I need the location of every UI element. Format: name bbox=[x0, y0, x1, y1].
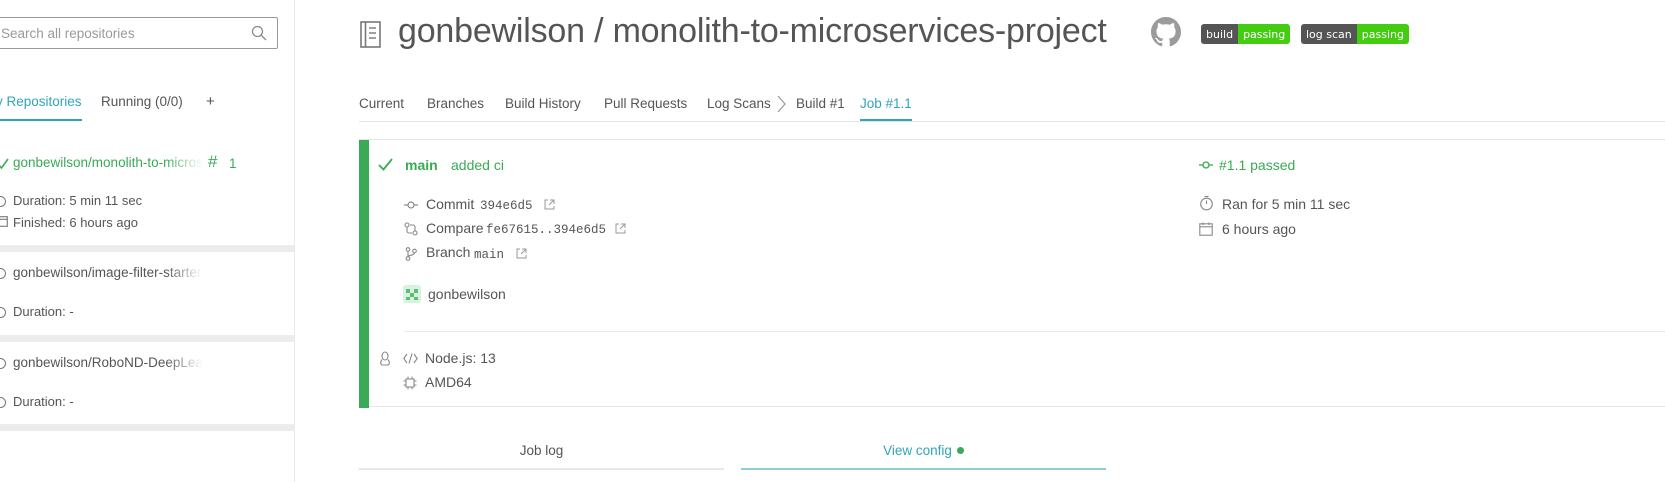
job-log-tab[interactable]: Job log bbox=[359, 443, 724, 458]
external-link-icon[interactable] bbox=[516, 248, 527, 259]
build-status-badge[interactable]: build passing bbox=[1201, 24, 1291, 44]
job-status: #1.1 passed bbox=[1219, 157, 1296, 173]
separator bbox=[0, 335, 294, 342]
compare-icon bbox=[404, 222, 418, 236]
repo-card[interactable]: gonbewilson/RoboND-DeepLearning-Project … bbox=[0, 348, 294, 425]
tab-current[interactable]: Current bbox=[359, 96, 404, 111]
tab-running[interactable]: Running (0/0) bbox=[101, 94, 183, 109]
clock-icon bbox=[0, 397, 6, 408]
check-icon bbox=[378, 158, 393, 171]
hash-icon: # bbox=[208, 152, 218, 171]
ran-for: Ran for 5 min 11 sec bbox=[1222, 196, 1351, 212]
status-dot bbox=[956, 447, 964, 454]
sidebar: y Repositories Running (0/0) + gonbewils… bbox=[0, 0, 295, 482]
commit-icon bbox=[404, 201, 418, 209]
status-ring-icon bbox=[0, 268, 6, 279]
repo-name[interactable]: gonbewilson/image-filter-starter-code bbox=[13, 265, 203, 280]
compare-label: Compare bbox=[426, 220, 484, 236]
search-box[interactable] bbox=[0, 17, 278, 49]
repo-card[interactable]: gonbewilson/monolith-to-microservices-pr… bbox=[0, 150, 294, 242]
author-name: gonbewilson bbox=[428, 286, 506, 302]
clock-icon bbox=[0, 307, 6, 318]
repo-duration: Duration: 5 min 11 sec bbox=[13, 193, 143, 208]
separator bbox=[0, 245, 294, 252]
calendar-icon bbox=[0, 216, 8, 227]
page-title: gonbewilson / monolith-to-microservices-… bbox=[398, 12, 1107, 50]
tabs-divider bbox=[359, 121, 1665, 122]
tab-log-scans[interactable]: Log Scans bbox=[707, 96, 771, 111]
job-branch[interactable]: main bbox=[405, 157, 438, 173]
badge-label: build bbox=[1201, 24, 1239, 44]
branch-name[interactable]: main bbox=[474, 248, 504, 262]
log-scan-status-badge[interactable]: log scan passing bbox=[1301, 24, 1409, 44]
external-link-icon[interactable] bbox=[615, 223, 626, 234]
clock-icon bbox=[0, 196, 6, 207]
view-config-tab[interactable]: View config bbox=[741, 443, 1106, 458]
repo-card[interactable]: gonbewilson/image-filter-starter-code Du… bbox=[0, 258, 294, 335]
separator bbox=[0, 424, 294, 431]
repo-duration: Duration: - bbox=[13, 304, 74, 319]
avatar bbox=[403, 285, 421, 303]
tab-build[interactable]: Build #1 bbox=[796, 96, 845, 111]
calendar-icon bbox=[1199, 222, 1213, 236]
job-summary-panel: main added ci Commit 394e6d5 Compare fe6… bbox=[359, 139, 1665, 408]
commit-icon bbox=[1199, 161, 1213, 169]
branch-icon bbox=[405, 247, 417, 261]
code-icon bbox=[403, 353, 418, 364]
search-icon[interactable] bbox=[251, 25, 267, 41]
commit-label: Commit bbox=[426, 196, 475, 212]
tab-build-history[interactable]: Build History bbox=[505, 96, 581, 111]
finished-time: 6 hours ago bbox=[1222, 221, 1296, 237]
tab-pull-requests[interactable]: Pull Requests bbox=[604, 96, 687, 111]
add-tab-button[interactable]: + bbox=[206, 93, 215, 110]
external-link-icon[interactable] bbox=[544, 199, 555, 210]
view-config-label: View config bbox=[883, 443, 952, 458]
tab-underline-active bbox=[741, 468, 1106, 470]
commit-message: added ci bbox=[451, 157, 504, 173]
tab-my-repositories[interactable]: y Repositories bbox=[0, 94, 82, 121]
repo-name[interactable]: gonbewilson/monolith-to-microservices-pr… bbox=[13, 155, 203, 170]
repo-finished: Finished: 6 hours ago bbox=[13, 215, 139, 230]
repo-book-icon bbox=[360, 21, 381, 48]
cpu-icon bbox=[403, 376, 417, 390]
repo-name[interactable]: gonbewilson/RoboND-DeepLearning-Project bbox=[13, 355, 203, 370]
architecture: AMD64 bbox=[425, 374, 472, 390]
linux-icon bbox=[380, 351, 390, 366]
tab-branches[interactable]: Branches bbox=[427, 96, 484, 111]
repo-duration: Duration: - bbox=[13, 394, 74, 409]
badge-status: passing bbox=[1238, 24, 1291, 44]
build-number[interactable]: 1 bbox=[229, 156, 237, 171]
github-icon[interactable] bbox=[1151, 17, 1181, 47]
badge-label: log scan bbox=[1301, 24, 1357, 44]
language: Node.js: 13 bbox=[425, 350, 496, 366]
tab-underline bbox=[359, 468, 724, 470]
compare-range[interactable]: fe67615..394e6d5 bbox=[486, 223, 606, 237]
status-bar bbox=[359, 140, 369, 408]
badge-status: passing bbox=[1356, 24, 1409, 44]
branch-label: Branch bbox=[426, 244, 471, 260]
status-ring-icon bbox=[0, 358, 6, 369]
tab-job[interactable]: Job #1.1 bbox=[860, 96, 912, 121]
panel-divider bbox=[404, 331, 1665, 332]
check-icon bbox=[0, 158, 9, 170]
stopwatch-icon bbox=[1200, 195, 1213, 211]
chevron-right-icon bbox=[777, 95, 786, 113]
search-input[interactable] bbox=[0, 18, 231, 48]
commit-sha[interactable]: 394e6d5 bbox=[480, 199, 533, 213]
